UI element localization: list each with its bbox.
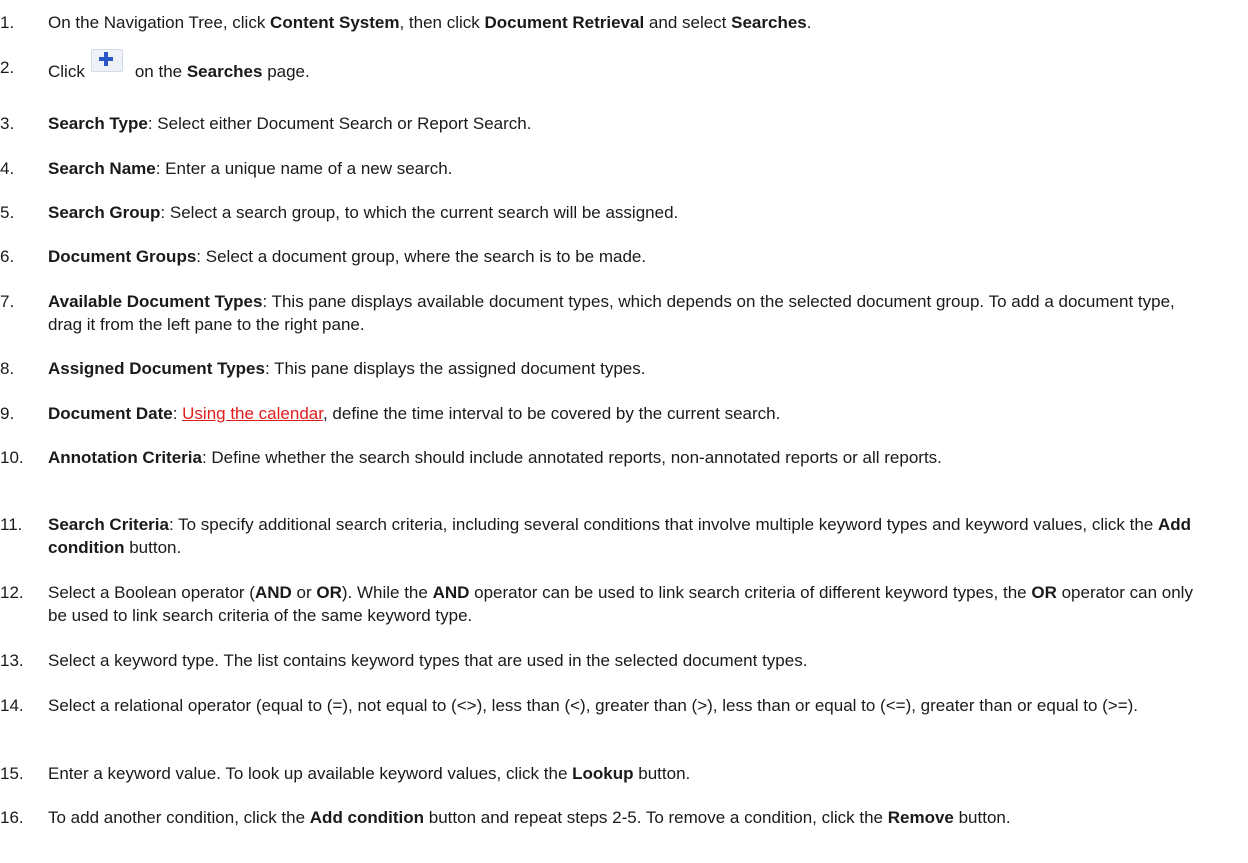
step-number: 15.: [0, 764, 24, 783]
list-item: 4. Search Name: Enter a unique name of a …: [0, 157, 1210, 180]
step-text: On the Navigation Tree, click Content Sy…: [48, 11, 1210, 34]
bold-term: Remove: [887, 808, 954, 827]
step-text-run: button.: [124, 538, 182, 557]
bold-term: Annotation Criteria: [48, 448, 202, 467]
list-item: 8. Assigned Document Types: This pane dis…: [0, 357, 1210, 380]
bold-term: Add condition: [309, 808, 425, 827]
step-text: Select a keyword type. The list contains…: [48, 649, 1210, 672]
step-number: 12.: [0, 583, 24, 602]
step-number: 8.: [0, 359, 15, 378]
list-item: 16. To add another condition, click the A…: [0, 806, 1210, 829]
bold-term: Search Criteria: [48, 515, 169, 534]
step-text-run: .: [806, 13, 812, 32]
bold-term: Search Type: [48, 114, 148, 133]
step-number: 4.: [0, 159, 15, 178]
step-text-run: Select a relational operator (equal to (…: [48, 696, 1139, 715]
step-text: Annotation Criteria: Define whether the …: [48, 446, 1210, 469]
step-text-run: or: [291, 583, 317, 602]
list-item: 2. Click on the Searches page.: [0, 49, 1210, 83]
step-text: Document Date: Using the calendar, defin…: [48, 402, 1210, 425]
step-text: Click on the Searches page.: [48, 49, 1210, 83]
step-text-run: on the: [134, 62, 187, 81]
list-item: 1. On the Navigation Tree, click Content …: [0, 11, 1210, 34]
step-text-run: On the Navigation Tree, click: [48, 13, 271, 32]
step-number: 5.: [0, 203, 15, 222]
bold-term: Assigned Document Types: [48, 359, 265, 378]
bold-term: Document Retrieval: [484, 13, 645, 32]
step-number: 16.: [0, 808, 24, 827]
bold-term: Searches: [731, 13, 807, 32]
step-number: 1.: [0, 13, 15, 32]
step-number: 6.: [0, 247, 15, 266]
step-text-run: button.: [633, 764, 691, 783]
bold-term: Document Date: [48, 404, 173, 423]
step-number: 11.: [0, 515, 23, 534]
step-text-run: : Select a document group, where the sea…: [196, 247, 647, 266]
list-item: 13. Select a keyword type. The list conta…: [0, 649, 1210, 672]
step-text-run: ). While the: [341, 583, 433, 602]
list-item: 14. Select a relational operator (equal t…: [0, 694, 1210, 717]
step-text-run: button and repeat steps 2-5. To remove a…: [424, 808, 888, 827]
step-text-run: : To specify additional search criteria,…: [168, 515, 1158, 534]
step-text-run: button.: [953, 808, 1011, 827]
list-item: 9. Document Date: Using the calendar, def…: [0, 402, 1210, 425]
step-text: Search Name: Enter a unique name of a ne…: [48, 157, 1210, 180]
step-text-run: Select a Boolean operator (: [48, 583, 255, 602]
bold-term: AND: [254, 583, 292, 602]
step-text-run: Click: [48, 62, 85, 81]
step-text-run: : Define whether the search should inclu…: [201, 448, 942, 467]
bold-term: Available Document Types: [48, 292, 263, 311]
bold-term: AND: [432, 583, 470, 602]
list-item: 10. Annotation Criteria: Define whether t…: [0, 446, 1210, 469]
list-item: 15. Enter a keyword value. To look up ava…: [0, 762, 1210, 785]
step-text: Search Type: Select either Document Sear…: [48, 112, 1210, 135]
step-text-run: Select a keyword type. The list contains…: [48, 651, 808, 670]
step-text: Select a Boolean operator (AND or OR). W…: [48, 581, 1210, 627]
step-text-run: : Select a search group, to which the cu…: [160, 203, 679, 222]
step-number: 13.: [0, 651, 24, 670]
bold-term: OR: [1031, 583, 1057, 602]
list-item: 3. Search Type: Select either Document Se…: [0, 112, 1210, 135]
step-text-run: page.: [262, 62, 310, 81]
bold-term: Search Name: [48, 159, 156, 178]
step-number: 2.: [0, 58, 15, 77]
step-number: 9.: [0, 404, 15, 423]
step-number: 3.: [0, 114, 15, 133]
step-text: Search Criteria: To specify additional s…: [48, 513, 1210, 559]
step-text: Enter a keyword value. To look up availa…: [48, 762, 1210, 785]
step-number: 10.: [0, 448, 24, 467]
list-item: 11. Search Criteria: To specify additiona…: [0, 513, 1210, 559]
step-text-run: To add another condition, click the: [48, 808, 310, 827]
calendar-link[interactable]: Using the calendar: [182, 404, 323, 423]
bold-term: Content System: [270, 13, 400, 32]
list-item: 5. Search Group: Select a search group, t…: [0, 201, 1210, 224]
step-text-run: Enter a keyword value. To look up availa…: [48, 764, 573, 783]
step-text: Select a relational operator (equal to (…: [48, 694, 1210, 717]
bold-term: Search Group: [48, 203, 161, 222]
list-item: 7. Available Document Types: This pane di…: [0, 290, 1210, 336]
step-text: Document Groups: Select a document group…: [48, 245, 1210, 268]
list-item: 12. Select a Boolean operator (AND or OR)…: [0, 581, 1210, 627]
instruction-steps: 1. On the Navigation Tree, click Content …: [0, 0, 1248, 863]
step-text: Assigned Document Types: This pane displ…: [48, 357, 1210, 380]
step-text-run: operator can be used to link search crit…: [469, 583, 1032, 602]
bold-term: Lookup: [572, 764, 634, 783]
step-number: 7.: [0, 292, 15, 311]
step-text: Available Document Types: This pane disp…: [48, 290, 1210, 336]
plus-add-icon[interactable]: [90, 49, 123, 72]
step-text-run: : Enter a unique name of a new search.: [155, 159, 453, 178]
step-text: Search Group: Select a search group, to …: [48, 201, 1210, 224]
step-text-run: and select: [644, 13, 732, 32]
bold-term: OR: [316, 583, 342, 602]
bold-term: Searches: [186, 62, 263, 81]
step-text: To add another condition, click the Add …: [48, 806, 1210, 829]
step-text-run: : Select either Document Search or Repor…: [147, 114, 532, 133]
step-text-run: , define the time interval to be covered…: [322, 404, 781, 423]
step-text-run: , then click: [399, 13, 485, 32]
list-item: 6. Document Groups: Select a document gro…: [0, 245, 1210, 268]
bold-term: Document Groups: [48, 247, 197, 266]
step-text-run: :: [172, 404, 183, 423]
step-text-run: : This pane displays the assigned docume…: [264, 359, 646, 378]
step-number: 14.: [0, 696, 24, 715]
